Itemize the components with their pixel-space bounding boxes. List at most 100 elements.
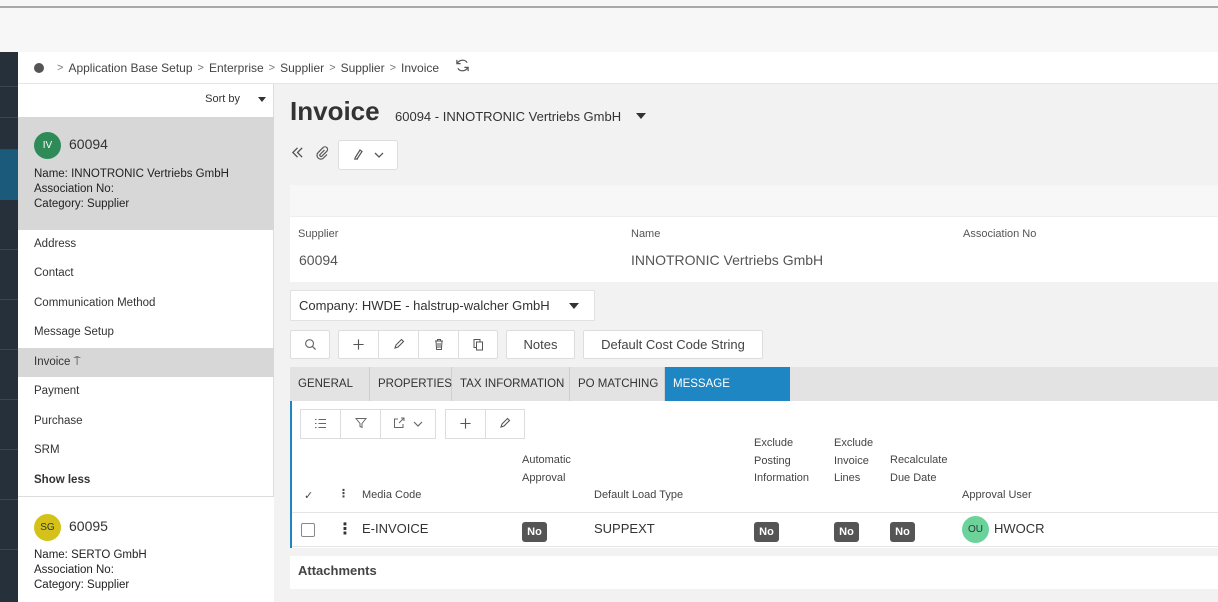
column-header-approval-user[interactable]: Approval User	[962, 487, 1032, 505]
notes-button[interactable]: Notes	[506, 330, 575, 359]
navigation-rail	[0, 52, 18, 602]
rail-item[interactable]	[0, 52, 18, 87]
main-content: Invoice 60094 - INNOTRONIC Vertriebs Gmb…	[275, 84, 1218, 602]
search-button[interactable]	[290, 330, 330, 359]
pencil-icon	[393, 336, 405, 352]
column-header-media-code[interactable]: Media Code	[362, 487, 421, 505]
nav-item-message-setup[interactable]: Message Setup	[18, 318, 274, 347]
window-top-border	[0, 0, 1218, 8]
nav-item-srm[interactable]: SRM	[18, 436, 274, 465]
chevron-down-icon	[374, 148, 384, 162]
home-icon[interactable]	[34, 62, 44, 73]
column-menu-icon[interactable]: ⋮	[338, 486, 349, 504]
rail-item[interactable]	[0, 200, 18, 250]
breadcrumb-supplier-2[interactable]: Supplier	[341, 61, 385, 75]
company-selector[interactable]: Company: HWDE - halstrup-walcher GmbH	[290, 290, 595, 321]
nav-item-purchase[interactable]: Purchase	[18, 407, 274, 436]
supplier-label: Supplier	[298, 228, 339, 240]
select-all-checkmark-icon[interactable]: ✓	[304, 488, 313, 506]
record-selector[interactable]: 60094 - INNOTRONIC Vertriebs GmbH	[395, 109, 621, 124]
nav-item-communication-method[interactable]: Communication Method	[18, 289, 274, 318]
record-card[interactable]: SG 60095 Name: SERTO GmbH Association No…	[18, 496, 274, 602]
default-load-type-cell: SUPPEXT	[594, 521, 655, 536]
rail-item-active[interactable]	[0, 150, 18, 200]
header-card-band	[290, 185, 1218, 217]
filter-icon	[354, 416, 367, 431]
attachments-section[interactable]: Attachments	[290, 556, 1218, 589]
add-row-button[interactable]	[445, 409, 485, 439]
row-menu-icon[interactable]: ⋮	[337, 519, 353, 539]
rail-item[interactable]	[0, 500, 18, 550]
copy-icon	[472, 336, 484, 352]
row-checkbox[interactable]	[301, 523, 315, 537]
column-header-default-load-type[interactable]: Default Load Type	[594, 487, 683, 505]
record-category: Category: Supplier	[34, 198, 130, 210]
plus-icon	[459, 416, 472, 431]
record-list-sidebar: Sort by IV 60094 Name: INNOTRONIC Vertri…	[18, 84, 274, 602]
nav-item-invoice[interactable]: Invoice ⍑	[18, 348, 274, 377]
nav-item-payment[interactable]: Payment	[18, 377, 274, 406]
sort-by-label: Sort by	[205, 93, 240, 105]
nav-item-address[interactable]: Address	[18, 230, 274, 259]
rail-item[interactable]	[0, 450, 18, 500]
exclude-invoice-lines-badge: No	[834, 522, 859, 542]
show-less-link[interactable]: Show less	[18, 466, 274, 495]
rail-item[interactable]	[0, 350, 18, 400]
message-defaults-grid: ✓ ⋮ Media Code Automatic Approval Defaul…	[290, 401, 1218, 548]
avatar: IV	[34, 132, 61, 159]
rail-item[interactable]	[0, 87, 18, 118]
duplicate-button[interactable]	[458, 330, 498, 359]
tab-message-defaults[interactable]: MESSAGE DEFAULTS	[665, 367, 790, 424]
attachment-icon[interactable]	[315, 146, 329, 163]
column-header-exclude-posting-information[interactable]: Exclude Posting Information	[754, 435, 822, 488]
tab-po-matching[interactable]: PO MATCHING	[570, 367, 665, 401]
default-cost-code-string-button[interactable]: Default Cost Code String	[583, 330, 763, 359]
column-chooser-button[interactable]	[300, 409, 340, 439]
rail-item[interactable]	[0, 400, 18, 450]
breadcrumb-application-base-setup[interactable]: Application Base Setup	[68, 61, 192, 75]
record-category: Category: Supplier	[34, 579, 130, 591]
export-button[interactable]	[380, 409, 436, 439]
plus-icon	[352, 336, 365, 352]
tab-properties[interactable]: PROPERTIES	[370, 367, 452, 401]
export-icon	[393, 416, 410, 431]
column-header-automatic-approval[interactable]: Automatic Approval	[522, 452, 582, 487]
collapse-left-icon[interactable]	[291, 146, 304, 162]
chevron-down-icon	[413, 416, 423, 431]
table-row[interactable]: ⋮ E-INVOICE No SUPPEXT No No No OU HWOCR	[292, 512, 1218, 547]
tab-general[interactable]: GENERAL	[290, 367, 370, 401]
caret-down-icon	[569, 303, 579, 309]
column-header-exclude-invoice-lines[interactable]: Exclude Invoice Lines	[834, 435, 880, 488]
rail-item[interactable]	[0, 250, 18, 300]
sort-by-dropdown[interactable]: Sort by	[18, 84, 274, 116]
record-card-selected[interactable]: IV 60094 Name: INNOTRONIC Vertriebs GmbH…	[18, 117, 274, 230]
list-icon	[314, 416, 327, 431]
edit-row-button[interactable]	[485, 409, 525, 439]
filter-button[interactable]	[340, 409, 380, 439]
breadcrumb-separator: >	[268, 61, 276, 74]
breadcrumb-invoice: Invoice	[401, 60, 440, 75]
company-selector-label: Company: HWDE - halstrup-walcher GmbH	[299, 298, 550, 313]
automatic-approval-badge: No	[522, 522, 547, 542]
breadcrumb-separator: >	[389, 61, 397, 74]
name-label: Name	[631, 228, 661, 240]
column-header-recalculate-due-date[interactable]: Recalculate Due Date	[890, 452, 954, 487]
edit-button[interactable]	[378, 330, 418, 359]
add-button[interactable]	[338, 330, 378, 359]
delete-button[interactable]	[418, 330, 458, 359]
breadcrumb-separator: >	[329, 61, 336, 74]
record-id: 60095	[69, 518, 108, 534]
chevron-down-icon	[258, 97, 266, 102]
actions-icon	[352, 148, 367, 162]
breadcrumb-supplier[interactable]: Supplier	[280, 61, 324, 75]
breadcrumb-enterprise[interactable]: Enterprise	[209, 61, 264, 75]
rail-item[interactable]	[0, 300, 18, 350]
caret-down-icon[interactable]	[636, 113, 646, 119]
refresh-icon[interactable]	[455, 58, 470, 78]
actions-menu-button[interactable]	[338, 140, 398, 170]
record-id: 60094	[69, 136, 108, 152]
tab-tax-information[interactable]: TAX INFORMATION	[452, 367, 570, 401]
avatar: SG	[34, 514, 61, 541]
nav-item-contact[interactable]: Contact	[18, 259, 274, 288]
rail-item[interactable]	[0, 118, 18, 150]
